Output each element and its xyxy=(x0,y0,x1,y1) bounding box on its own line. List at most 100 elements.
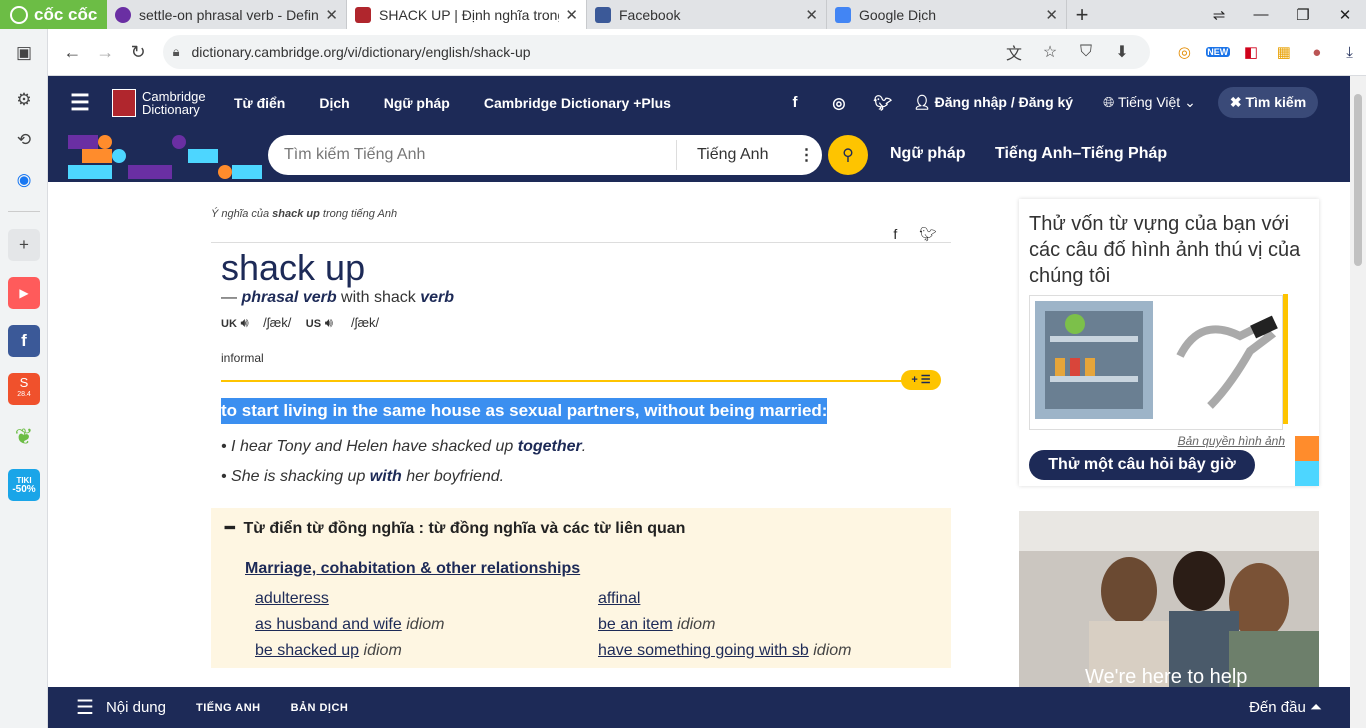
nav-translate[interactable]: Dịch xyxy=(319,95,349,111)
thesaurus-word-link[interactable]: be an item xyxy=(598,616,673,633)
facebook-favicon-icon xyxy=(595,6,611,23)
profile-avatar[interactable]: ● xyxy=(1300,44,1333,61)
search-icon: ⚲ xyxy=(842,147,854,164)
contents-menu-button[interactable]: ☰ Nội dung xyxy=(76,695,166,720)
url-text: dictionary.cambridge.org/vi/dictionary/e… xyxy=(191,44,531,60)
tab-title: settle-on phrasal verb - Defin xyxy=(139,6,319,23)
coccoc-menu-button[interactable]: cốc cốc xyxy=(0,0,107,29)
more-options-icon: ⋮ xyxy=(798,147,815,164)
share-twitter-icon[interactable]: 🐦︎ xyxy=(919,226,937,243)
extension-new-badge-icon[interactable]: NEW xyxy=(1205,47,1230,57)
nav-plus[interactable]: Cambridge Dictionary +Plus xyxy=(484,95,671,111)
english-french-link[interactable]: Tiếng Anh–Tiếng Pháp xyxy=(995,145,1167,163)
youtube-icon[interactable]: ▶ xyxy=(8,277,40,309)
thesaurus-word-link[interactable]: have something going with sb xyxy=(598,642,809,659)
thesaurus-category-link[interactable]: Marriage, cohabitation & other relations… xyxy=(245,560,951,578)
cambridge-logo[interactable]: Cambridge Dictionary xyxy=(112,88,224,117)
promo-image-banner[interactable]: We're here to help xyxy=(1019,511,1319,687)
definition-text: to start living in the same house as sex… xyxy=(221,398,828,424)
thesaurus-word-link[interactable]: be shacked up xyxy=(255,642,359,659)
restore-button[interactable]: ❐ xyxy=(1282,6,1324,24)
tab-title: SHACK UP | Định nghĩa trong xyxy=(379,6,560,23)
dishwasher-peeler-image xyxy=(1035,301,1278,419)
language-selector[interactable]: 🌐︎ Tiếng Việt ⌄ xyxy=(1103,94,1196,111)
thesaurus-word-link[interactable]: as husband and wife xyxy=(255,616,402,633)
uk-audio-speaker-icon[interactable]: 🔊︎ xyxy=(241,315,249,330)
search-input[interactable]: Tìm kiếm Tiếng Anh xyxy=(268,146,676,164)
facebook-icon[interactable]: f xyxy=(8,325,40,357)
settings-gear-icon[interactable]: ⚙ xyxy=(8,84,40,116)
grammar-link[interactable]: Ngữ pháp xyxy=(890,145,966,163)
site-header: ☰ Cambridge Dictionary Từ điển Dịch Ngữ … xyxy=(48,76,1350,129)
try-quiz-button[interactable]: Thử một câu hỏi bây giờ xyxy=(1029,450,1255,480)
us-audio-speaker-icon[interactable]: 🔊︎ xyxy=(325,315,333,330)
logo-line-2: Dictionary xyxy=(142,101,200,117)
image-credit-link[interactable]: Bản quyền hình ảnh xyxy=(1029,434,1309,448)
close-tab-icon[interactable]: ✕ xyxy=(565,6,578,24)
close-tab-icon[interactable]: ✕ xyxy=(805,6,818,24)
tab-shack-up[interactable]: SHACK UP | Định nghĩa trong ✕ xyxy=(347,0,587,29)
login-link[interactable]: 👤︎ Đăng nhập / Đăng ký xyxy=(913,94,1073,111)
shopee-icon[interactable]: S 28.4 xyxy=(8,373,40,405)
add-to-wordlist-button[interactable]: + ☰ xyxy=(901,370,941,390)
google-translate-favicon-icon xyxy=(835,6,851,23)
quiz-promo-card: Thử vốn từ vựng của bạn với các câu đố h… xyxy=(1019,199,1319,486)
download-icon[interactable]: ⬇ xyxy=(1104,42,1140,62)
extension-colorful-icon[interactable]: ▦ xyxy=(1267,43,1300,61)
tab-google-translate[interactable]: Google Dịch ✕ xyxy=(827,0,1067,29)
user-icon: 👤︎ xyxy=(912,94,931,110)
usage-label: informal xyxy=(221,351,264,365)
extension-chrome-icon[interactable]: ◎ xyxy=(1168,43,1201,61)
tab-favicon-icon xyxy=(355,6,371,23)
tab-translation[interactable]: BẢN DỊCH xyxy=(291,702,349,714)
messenger-icon[interactable]: ◉ xyxy=(8,164,40,196)
bookmark-star-icon[interactable]: ☆ xyxy=(1032,42,1068,62)
coccoc-green-icon[interactable]: ❦ xyxy=(8,421,40,453)
back-to-top-button[interactable]: Đến đầu ⏶ xyxy=(1249,699,1322,716)
headword: shack up xyxy=(221,247,366,288)
quiz-image[interactable] xyxy=(1029,294,1288,430)
page-scrollbar[interactable] xyxy=(1350,76,1366,728)
close-tab-icon[interactable]: ✕ xyxy=(1045,6,1058,24)
extension-red-icon[interactable]: ◧ xyxy=(1235,43,1268,61)
tab-facebook[interactable]: Facebook ✕ xyxy=(587,0,827,29)
facebook-icon[interactable]: f xyxy=(773,94,817,111)
close-tab-icon[interactable]: ✕ xyxy=(325,6,338,24)
address-bar[interactable]: 🔒︎ dictionary.cambridge.org/vi/dictionar… xyxy=(162,35,1150,69)
collapse-icon: ━ xyxy=(225,520,235,537)
search-box[interactable]: Tìm kiếm Tiếng Anh Tiếng Anh ⋮ xyxy=(268,135,822,175)
minimize-button[interactable]: — xyxy=(1240,6,1282,23)
translate-page-icon[interactable]: 文 xyxy=(996,40,1032,64)
promo-caption: We're here to help xyxy=(1085,666,1248,687)
forward-arrow-icon[interactable]: → xyxy=(89,42,122,63)
close-window-button[interactable]: ✕ xyxy=(1324,6,1366,24)
close-icon: ✖ xyxy=(1229,94,1242,110)
tiki-icon[interactable]: TIKI -50% xyxy=(8,469,40,501)
history-icon[interactable]: ⟲ xyxy=(8,124,40,156)
tab-settle-on[interactable]: settle-on phrasal verb - Defin ✕ xyxy=(107,0,347,29)
hamburger-menu-icon[interactable]: ☰ xyxy=(48,90,112,116)
nav-grammar[interactable]: Ngữ pháp xyxy=(384,95,450,111)
back-arrow-icon[interactable]: ← xyxy=(56,42,89,63)
tab-english[interactable]: TIẾNG ANH xyxy=(196,702,261,714)
search-submit-button[interactable]: ⚲ xyxy=(828,135,868,175)
scrollbar-thumb[interactable] xyxy=(1354,94,1362,266)
instagram-icon[interactable]: ◎ xyxy=(817,94,861,112)
add-sidebar-app-icon[interactable]: + xyxy=(8,229,40,261)
share-facebook-icon[interactable]: f xyxy=(893,226,897,243)
search-language-selector[interactable]: Tiếng Anh ⋮ xyxy=(676,140,822,170)
new-tab-button[interactable]: + xyxy=(1067,0,1097,29)
thesaurus-heading[interactable]: ━ Từ điển từ đồng nghĩa : từ đồng nghĩa … xyxy=(225,518,951,538)
twitter-icon[interactable]: 🐦︎ xyxy=(861,94,905,112)
quiz-title: Thử vốn từ vựng của bạn với các câu đố h… xyxy=(1029,213,1301,287)
sidebar-toggle-icon[interactable]: ▣ xyxy=(8,37,40,69)
nav-dictionary[interactable]: Từ điển xyxy=(234,95,285,111)
students-photo xyxy=(1019,511,1319,687)
thesaurus-word-link[interactable]: adulteress xyxy=(255,590,329,607)
reload-icon[interactable]: ↻ xyxy=(122,42,155,63)
search-toggle-button[interactable]: ✖ Tìm kiếm xyxy=(1217,87,1319,118)
shield-icon[interactable]: ⛉ xyxy=(1068,43,1104,61)
tab-search-icon[interactable]: ⇌ xyxy=(1198,6,1240,24)
thesaurus-word-link[interactable]: affinal xyxy=(598,590,640,607)
downloads-icon[interactable]: ⤓ xyxy=(1333,44,1366,61)
